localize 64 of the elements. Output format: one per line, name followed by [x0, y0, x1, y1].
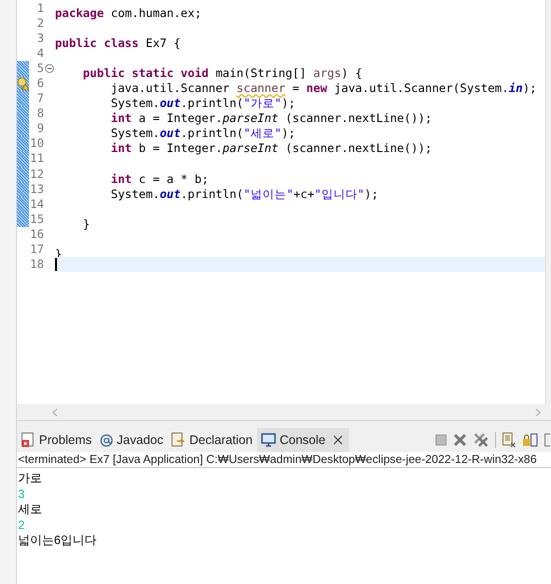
line-number: 7	[37, 91, 44, 106]
close-icon[interactable]	[333, 435, 344, 445]
stop-icon[interactable]	[435, 434, 447, 446]
line-number: 15	[30, 212, 44, 227]
code-line: System.out.println("넓이는"+c+"입니다");	[110, 186, 378, 201]
change-marker	[17, 121, 29, 136]
remove-icon[interactable]	[453, 433, 467, 447]
at-sign-icon	[100, 434, 113, 446]
line-number: 9	[37, 121, 44, 136]
line-number: 5	[37, 61, 44, 76]
line-number: 8	[37, 106, 44, 122]
console-echo-text: 2	[18, 518, 25, 533]
line-number: 2	[37, 16, 44, 32]
code-line: public class Ex7 {	[55, 36, 181, 50]
code-line: public static void main(String[] args) {	[82, 66, 362, 80]
change-marker	[17, 196, 29, 212]
line-number: 4	[37, 46, 44, 62]
horizontal-scrollbar[interactable]	[17, 404, 551, 420]
line-number: 10	[30, 136, 44, 152]
document-icon[interactable]	[544, 432, 550, 448]
code-line: int b = Integer.parseInt (scanner.nextLine());	[110, 141, 432, 156]
code-line: System.out.println("세로");	[110, 126, 296, 140]
line-number: 12	[30, 166, 44, 182]
code-line: int c = a * b;	[110, 172, 209, 186]
collapse-icon[interactable]	[45, 64, 54, 74]
remove-all-icon[interactable]	[473, 432, 489, 448]
line-number: 17	[30, 242, 44, 257]
code-line: package com.human.ex;	[55, 6, 202, 20]
code-line: }	[82, 216, 90, 231]
monitor-icon	[260, 433, 276, 447]
line-number: 6	[37, 76, 44, 92]
line-number: 18	[30, 256, 44, 272]
code-line: int a = Integer.parseInt (scanner.nextLine());	[110, 111, 432, 126]
change-marker	[17, 136, 29, 152]
change-marker	[17, 212, 29, 227]
line-number: 16	[30, 226, 44, 242]
panel-tab[interactable]: Declaration	[167, 428, 257, 452]
document-icon[interactable]	[502, 432, 516, 448]
line-number: 1	[37, 1, 44, 16]
panel-tab[interactable]: Console	[256, 428, 350, 452]
console-output-text: 넓이는6입니다	[18, 533, 97, 548]
line-number: 3	[37, 31, 44, 46]
console-status: <terminated> Ex7 [Java Application] C:₩Users₩admin₩Desktop₩eclipse-jee-2022-12-R-win32-x86	[17, 452, 537, 468]
panel-tab[interactable]: Problems	[17, 428, 96, 452]
change-marker	[17, 151, 29, 167]
console-output-text: 가로	[18, 471, 42, 486]
console-echo-text: 3	[18, 486, 25, 502]
vertical-scrollbar[interactable]	[545, 0, 551, 404]
line-number: 11	[30, 151, 44, 167]
change-marker	[17, 166, 29, 182]
code-line: System.out.println("가로");	[110, 96, 296, 110]
declaration-icon	[171, 432, 186, 448]
change-marker	[17, 106, 29, 122]
lock-icon[interactable]	[522, 432, 538, 448]
code-line: java.util.Scanner scanner = new java.util.Scanner(System.in);	[110, 81, 537, 96]
change-marker	[17, 91, 29, 106]
change-marker	[17, 61, 29, 76]
line-number: 14	[30, 196, 44, 212]
change-marker	[17, 182, 29, 197]
console-output-text: 세로	[18, 502, 42, 518]
text-cursor	[55, 258, 57, 271]
panel-tab[interactable]: Javadoc	[96, 428, 168, 452]
line-number: 13	[30, 182, 44, 197]
problems-icon	[21, 432, 35, 448]
